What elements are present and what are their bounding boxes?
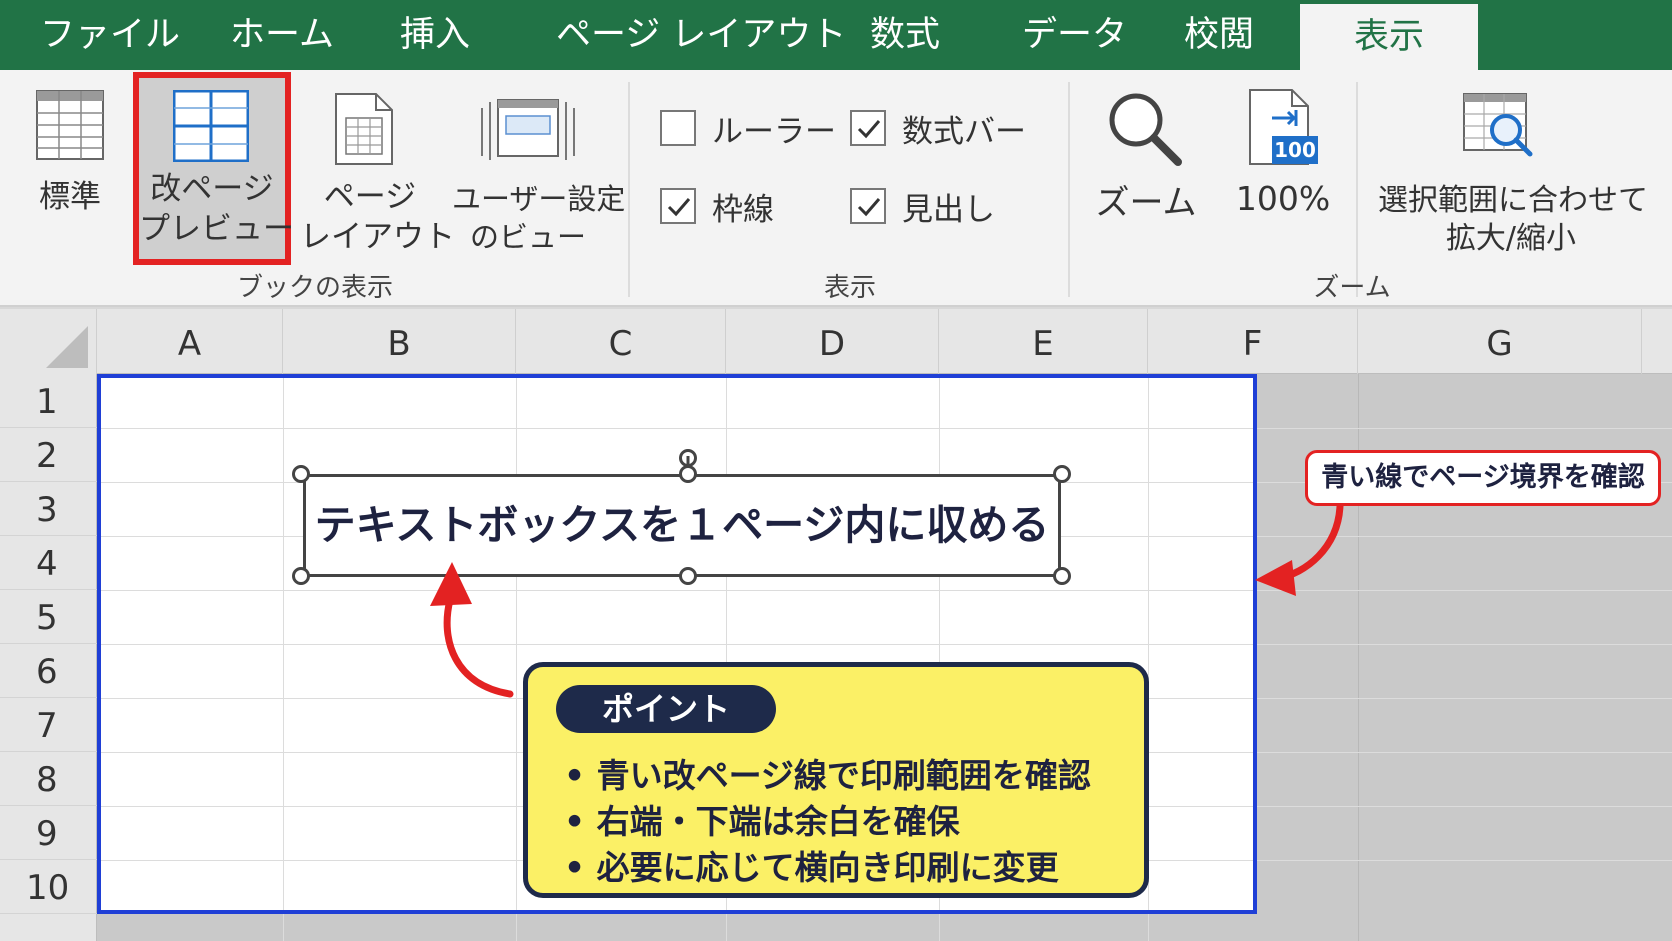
zoom-100-label: 100% <box>1235 179 1331 218</box>
resize-handle-top-left[interactable] <box>292 465 310 483</box>
checkmark-icon <box>857 198 881 217</box>
gridlines-checkbox[interactable]: 枠線 <box>660 188 780 228</box>
resize-handle-bottom-left[interactable] <box>292 567 310 585</box>
column-header-bar: A B C D E F G <box>0 309 1672 374</box>
row-header-10[interactable]: 10 <box>0 860 97 914</box>
page-break-preview-label-1: 改ページ <box>150 171 274 207</box>
row-header-1[interactable]: 1 <box>0 374 97 428</box>
tab-data[interactable]: データ <box>1022 0 1127 70</box>
gridline <box>97 644 1672 645</box>
tab-formulas[interactable]: 数式 <box>870 0 940 70</box>
page-break-preview-button[interactable]: 改ページ プレビュー <box>133 72 294 265</box>
custom-views-label-2: のビュー <box>469 220 586 254</box>
page-layout-view-button[interactable]: ページ レイアウト <box>300 80 455 260</box>
point-callout-title: ポイント <box>556 685 776 733</box>
formula-bar-checkbox-box <box>850 110 886 146</box>
row-header-4[interactable]: 4 <box>0 536 97 590</box>
select-all-corner[interactable] <box>0 309 97 374</box>
resize-handle-top-right[interactable] <box>1053 465 1071 483</box>
zoom-to-selection-button[interactable]: 選択範囲に合わせて 拡大/縮小 <box>1378 80 1648 262</box>
row-header-8[interactable]: 8 <box>0 752 97 806</box>
gridline <box>516 374 517 941</box>
tab-home[interactable]: ホーム <box>230 0 334 70</box>
row-header-3[interactable]: 3 <box>0 482 97 536</box>
ribbon-tab-bar: ファイル ホーム 挿入 ページ レイアウト 数式 データ 校閲 表示 <box>0 0 1672 70</box>
row-header-7[interactable]: 7 <box>0 698 97 752</box>
page-border-callout: 青い線でページ境界を確認 <box>1305 450 1661 506</box>
row-header-9[interactable]: 9 <box>0 806 97 860</box>
text-box-content[interactable]: テキストボックスを１ページ内に収める <box>306 477 1058 574</box>
group-separator <box>1356 82 1358 297</box>
zoom-to-selection-label-2: 拡大/縮小 <box>1445 221 1577 256</box>
checkmark-icon <box>667 198 691 217</box>
normal-view-label: 標準 <box>39 179 101 215</box>
column-header-a[interactable]: A <box>97 309 283 374</box>
normal-view-button[interactable]: 標準 <box>22 80 118 215</box>
normal-view-icon <box>36 90 104 160</box>
page-layout-view-icon <box>335 93 393 165</box>
headings-checkbox[interactable]: 見出し <box>850 188 1000 228</box>
row-header-2[interactable]: 2 <box>0 428 97 482</box>
gridline <box>97 428 1672 429</box>
point-item: • 必要に応じて横向き印刷に変更 <box>564 848 1059 887</box>
row-header-bar: 1 2 3 4 5 6 7 8 9 10 <box>0 374 97 941</box>
headings-checkbox-box <box>850 188 886 224</box>
column-header-b[interactable]: B <box>283 309 516 374</box>
magnifier-icon <box>1109 93 1182 166</box>
resize-handle-bottom-right[interactable] <box>1053 567 1071 585</box>
rotate-handle[interactable] <box>679 449 697 467</box>
column-header-e[interactable]: E <box>939 309 1148 374</box>
ribbon: 標準 改ページ プレビュー ページ レイアウト ユーザー設定 のビュー ブックの… <box>0 70 1672 307</box>
tab-file[interactable]: ファイル <box>40 0 180 70</box>
custom-views-label-1: ユーザー設定 <box>452 182 626 216</box>
zoom-to-selection-icon <box>1463 93 1533 157</box>
zoom-button[interactable]: ズーム <box>1090 80 1202 223</box>
gridline <box>97 590 1672 591</box>
gridline <box>283 374 284 941</box>
ruler-checkbox-box <box>660 110 696 146</box>
headings-checkbox-label: 見出し <box>902 192 995 228</box>
point-item: • 青い改ページ線で印刷範囲を確認 <box>564 756 1091 795</box>
show-group-label: 表示 <box>823 273 876 303</box>
point-item: • 右端・下端は余白を確保 <box>564 802 960 841</box>
column-header-f[interactable]: F <box>1148 309 1358 374</box>
column-header-d[interactable]: D <box>726 309 939 374</box>
gridlines-checkbox-label: 枠線 <box>712 192 774 228</box>
page-break-preview-icon <box>173 90 249 162</box>
group-separator <box>1068 82 1070 297</box>
zoom-100-badge: 100 <box>1274 138 1316 162</box>
tab-review[interactable]: 校閲 <box>1184 0 1254 70</box>
ruler-checkbox[interactable]: ルーラー <box>660 110 836 150</box>
row-header-5[interactable]: 5 <box>0 590 97 644</box>
column-header-g[interactable]: G <box>1358 309 1642 374</box>
checkmark-icon <box>857 120 881 139</box>
text-box[interactable]: テキストボックスを１ページ内に収める <box>303 474 1061 577</box>
ruler-checkbox-label: ルーラー <box>712 114 836 150</box>
tab-page-layout[interactable]: ページ レイアウト <box>556 0 846 70</box>
page-break-preview-label-2: プレビュー <box>139 211 294 247</box>
tab-view[interactable]: 表示 <box>1300 4 1478 70</box>
zoom-group-label: ズーム <box>1313 273 1391 303</box>
workbook-views-group-label: ブックの表示 <box>236 273 393 303</box>
formula-bar-checkbox-label: 数式バー <box>902 114 1026 150</box>
zoom-to-selection-label-1: 選択範囲に合わせて <box>1378 183 1648 218</box>
group-separator <box>628 82 630 297</box>
resize-handle-bottom[interactable] <box>679 567 697 585</box>
custom-views-button[interactable]: ユーザー設定 のビュー <box>452 80 626 260</box>
tab-insert[interactable]: 挿入 <box>400 0 470 70</box>
gridlines-checkbox-box <box>660 188 696 224</box>
column-header-c[interactable]: C <box>516 309 726 374</box>
point-callout: ポイント • 青い改ページ線で印刷範囲を確認 • 右端・下端は余白を確保 • 必… <box>523 662 1149 898</box>
page-layout-view-label-1: ページ <box>323 179 417 215</box>
row-header-6[interactable]: 6 <box>0 644 97 698</box>
page-border-callout-text: 青い線でページ境界を確認 <box>1321 462 1645 493</box>
formula-bar-checkbox[interactable]: 数式バー <box>850 110 1026 150</box>
zoom-label: ズーム <box>1095 183 1197 223</box>
page-layout-view-label-2: レイアウト <box>300 219 455 255</box>
zoom-100-button[interactable]: 100 100% <box>1228 80 1338 220</box>
resize-handle-top[interactable] <box>679 465 697 483</box>
custom-views-icon <box>481 99 575 160</box>
